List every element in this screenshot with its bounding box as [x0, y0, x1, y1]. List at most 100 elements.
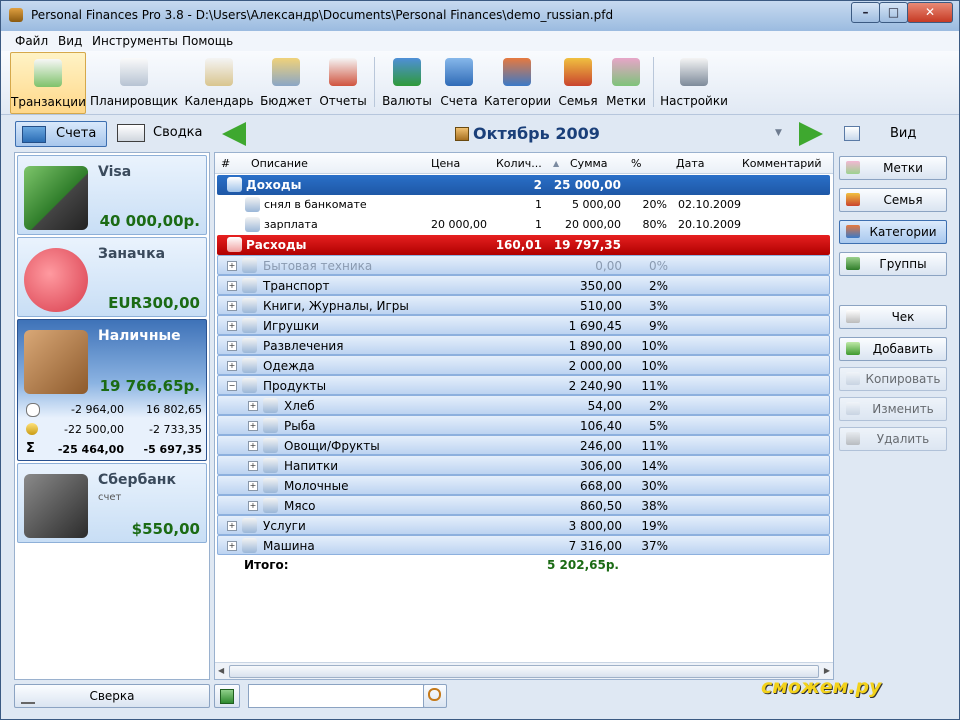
- column-header[interactable]: Комментарий: [742, 157, 822, 170]
- table-row[interactable]: + Бытовая техника 0,00 0%: [217, 255, 830, 275]
- column-header[interactable]: #: [221, 157, 230, 170]
- expand-toggle-icon[interactable]: +: [248, 461, 258, 471]
- toolbar-categories[interactable]: Категории: [484, 52, 551, 112]
- scrollbar-thumb[interactable]: [229, 665, 819, 678]
- expand-toggle-icon[interactable]: +: [227, 281, 237, 291]
- cell-pct: 3%: [648, 299, 668, 313]
- export-excel-button[interactable]: [214, 684, 240, 708]
- toolbar-accounts[interactable]: Счета: [438, 52, 480, 112]
- prev-month-arrow-icon[interactable]: [222, 122, 246, 146]
- expand-toggle-icon[interactable]: +: [248, 421, 258, 431]
- expand-toggle-icon[interactable]: +: [227, 541, 237, 551]
- receipt-button[interactable]: Чек: [839, 305, 947, 329]
- table-row[interactable]: + Одежда 2 000,00 10%: [217, 355, 830, 375]
- table-row[interactable]: зарплата 20 000,00 1 20 000,00 80% 20.10.2009: [217, 215, 830, 235]
- entertainment-icon: [242, 338, 257, 353]
- cell-sum: 2 000,00: [568, 359, 622, 373]
- account-card-sberbank[interactable]: Сбербанк счет $550,00: [17, 463, 207, 543]
- toolbar-calendar[interactable]: Календарь: [184, 52, 254, 112]
- toolbar-currencies[interactable]: Валюты: [380, 52, 434, 112]
- cell-pct: 19%: [641, 519, 668, 533]
- table-row[interactable]: снял в банкомате 1 5 000,00 20% 02.10.2009: [217, 195, 830, 215]
- toolbar-budget[interactable]: Бюджет: [258, 52, 314, 112]
- family-button[interactable]: Семья: [839, 188, 947, 212]
- table-row[interactable]: + Машина 7 316,00 37%: [217, 535, 830, 555]
- next-month-arrow-icon[interactable]: [799, 122, 823, 146]
- expand-toggle-icon[interactable]: +: [227, 361, 237, 371]
- cell-qty: 1: [535, 198, 542, 211]
- toolbar-family[interactable]: Семья: [554, 52, 602, 112]
- table-row[interactable]: + Хлеб 54,00 2%: [217, 395, 830, 415]
- expense-group-row[interactable]: Расходы 160,01 19 797,35: [217, 235, 830, 255]
- column-header[interactable]: %: [631, 157, 641, 170]
- table-row[interactable]: + Овощи/Фрукты 246,00 11%: [217, 435, 830, 455]
- view-menu-button[interactable]: Вид: [890, 126, 916, 141]
- account-detail-row: -2 964,00 16 802,65: [20, 400, 208, 419]
- cell-pct: 20%: [642, 198, 667, 211]
- toolbar-tags[interactable]: Метки: [604, 52, 648, 112]
- summary-button[interactable]: Сводка: [153, 125, 203, 140]
- expand-toggle-icon[interactable]: +: [248, 401, 258, 411]
- collapse-toggle-icon[interactable]: −: [227, 381, 237, 391]
- table-row[interactable]: + Книги, Журналы, Игры 510,00 3%: [217, 295, 830, 315]
- table-row[interactable]: + Транспорт 350,00 2%: [217, 275, 830, 295]
- account-card-visa[interactable]: Visa 40 000,00р.: [17, 155, 207, 235]
- table-row[interactable]: + Услуги 3 800,00 19%: [217, 515, 830, 535]
- table-row[interactable]: + Мясо 860,50 38%: [217, 495, 830, 515]
- account-card-zanachka[interactable]: Заначка EUR300,00: [17, 237, 207, 317]
- expand-toggle-icon[interactable]: +: [227, 341, 237, 351]
- table-row[interactable]: + Молочные 668,00 30%: [217, 475, 830, 495]
- table-row[interactable]: + Игрушки 1 690,45 9%: [217, 315, 830, 335]
- groups-button[interactable]: Группы: [839, 252, 947, 276]
- column-header[interactable]: Сумма: [570, 157, 608, 170]
- cell-desc: Рыба: [284, 419, 316, 433]
- currency-icon: [393, 58, 421, 86]
- expand-toggle-icon[interactable]: +: [248, 441, 258, 451]
- expand-toggle-icon[interactable]: +: [227, 301, 237, 311]
- bread-icon: [263, 398, 278, 413]
- minimize-button[interactable]: –: [851, 2, 880, 23]
- add-button[interactable]: Добавить: [839, 337, 947, 361]
- chevron-down-icon[interactable]: ▼: [775, 128, 782, 138]
- expand-toggle-icon[interactable]: +: [248, 481, 258, 491]
- menu-view[interactable]: Вид: [58, 34, 82, 48]
- toolbar-reports[interactable]: Отчеты: [318, 52, 368, 112]
- expand-toggle-icon[interactable]: +: [227, 521, 237, 531]
- toolbar-settings[interactable]: Настройки: [659, 52, 729, 112]
- search-input[interactable]: [248, 684, 424, 708]
- scroll-left-icon[interactable]: ◀: [218, 666, 224, 675]
- search-button[interactable]: [423, 684, 447, 708]
- column-header[interactable]: Колич...: [496, 157, 542, 170]
- maximize-button[interactable]: □: [879, 2, 908, 23]
- horizontal-scrollbar[interactable]: ◀ ▶: [215, 662, 833, 679]
- table-row[interactable]: + Напитки 306,00 14%: [217, 455, 830, 475]
- scroll-right-icon[interactable]: ▶: [824, 666, 830, 675]
- menu-tools[interactable]: Инструменты: [92, 34, 178, 48]
- table-row[interactable]: − Продукты 2 240,90 11%: [217, 375, 830, 395]
- accounts-view-button[interactable]: Счета: [15, 121, 107, 147]
- column-header[interactable]: Цена: [431, 157, 460, 170]
- apple-icon: [263, 438, 278, 453]
- expand-toggle-icon[interactable]: +: [227, 261, 237, 271]
- tags-button[interactable]: Метки: [839, 156, 947, 180]
- toolbar-scheduler[interactable]: Планировщик: [90, 52, 178, 112]
- expand-toggle-icon[interactable]: +: [248, 501, 258, 511]
- menu-help[interactable]: Помощь: [182, 34, 233, 48]
- table-row[interactable]: + Рыба 106,40 5%: [217, 415, 830, 435]
- income-group-row[interactable]: Доходы 2 25 000,00: [217, 175, 830, 195]
- account-card-cash[interactable]: Наличные 19 766,65р. -2 964,00 16 802,65…: [17, 319, 207, 461]
- toolbar-transactions[interactable]: Транзакции: [10, 52, 86, 114]
- table-row[interactable]: + Развлечения 1 890,00 10%: [217, 335, 830, 355]
- reconcile-button[interactable]: Сверка: [14, 684, 210, 708]
- column-header[interactable]: Описание: [251, 157, 308, 170]
- copy-button[interactable]: Копировать: [839, 367, 947, 391]
- menu-file[interactable]: Файл: [15, 34, 48, 48]
- edit-button[interactable]: Изменить: [839, 397, 947, 421]
- delete-button[interactable]: Удалить: [839, 427, 947, 451]
- meat-icon: [263, 498, 278, 513]
- expand-toggle-icon[interactable]: +: [227, 321, 237, 331]
- close-button[interactable]: ✕: [907, 2, 953, 23]
- categories-button[interactable]: Категории: [839, 220, 947, 244]
- cell-desc: Овощи/Фрукты: [284, 439, 380, 453]
- column-header[interactable]: Дата: [676, 157, 704, 170]
